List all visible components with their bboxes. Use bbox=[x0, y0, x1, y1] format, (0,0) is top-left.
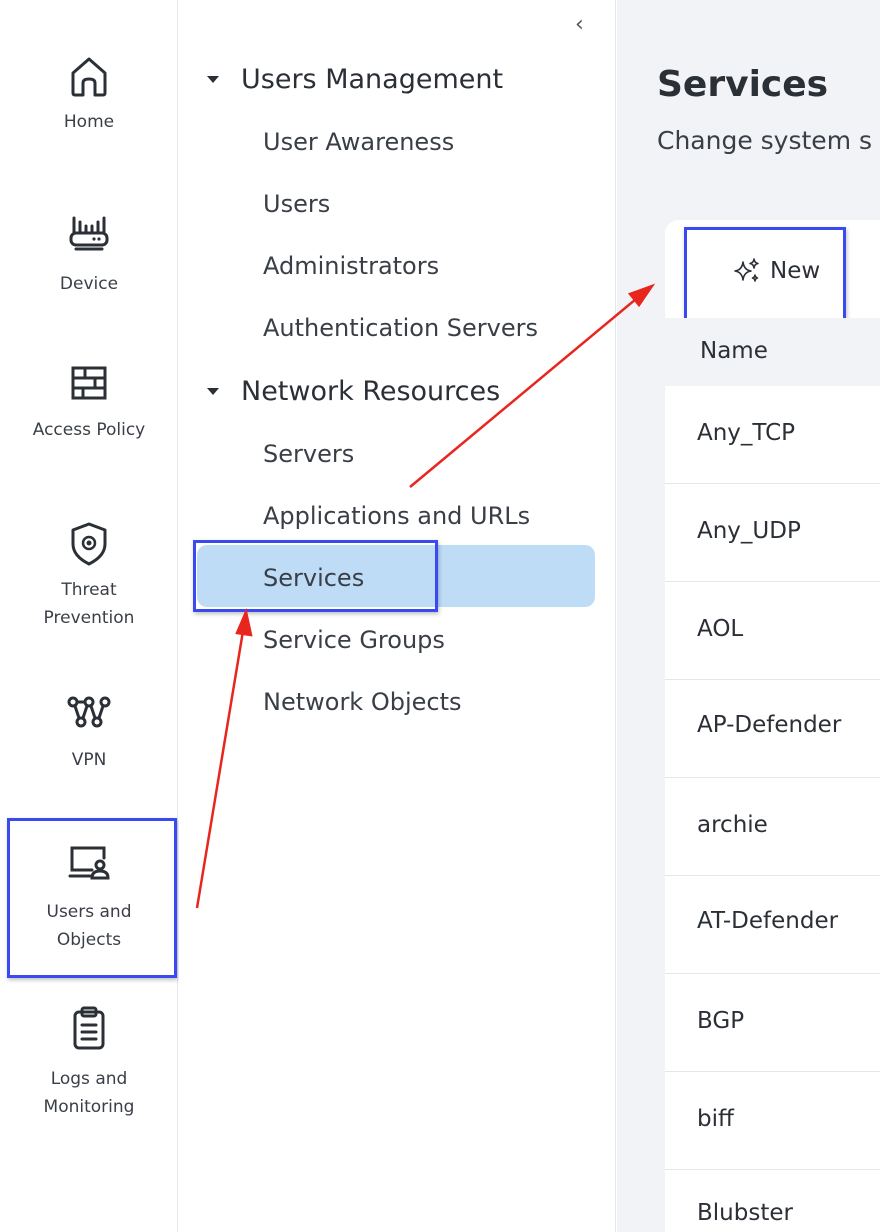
rail-item-device[interactable]: Device bbox=[0, 212, 178, 298]
table-cell-name: Any_TCP bbox=[697, 420, 796, 446]
tree-group-network-resources[interactable]: Network Resources bbox=[207, 376, 500, 407]
rail-label-access-policy: Access Policy bbox=[32, 420, 146, 440]
tree-item-user-awareness[interactable]: User Awareness bbox=[263, 128, 454, 156]
table-cell-name: Blubster bbox=[697, 1200, 793, 1226]
collapse-panel-chevron-icon[interactable]: ‹ bbox=[575, 12, 584, 37]
rail-item-vpn[interactable]: VPN bbox=[0, 690, 178, 774]
clipboard-icon bbox=[73, 1006, 105, 1050]
column-header-name[interactable]: Name bbox=[700, 338, 768, 364]
highlight-box-services bbox=[193, 540, 438, 612]
table-cell-name: AT-Defender bbox=[697, 908, 839, 934]
table-row[interactable]: BGP bbox=[665, 974, 880, 1072]
rail-label-threat-prevention: Threat Prevention bbox=[43, 580, 135, 628]
table-row[interactable]: AP-Defender bbox=[665, 680, 880, 778]
table-row[interactable]: Any_TCP bbox=[665, 386, 880, 484]
page-title: Services bbox=[657, 64, 829, 105]
tree-item-network-objects[interactable]: Network Objects bbox=[263, 688, 462, 716]
rail-label-device: Device bbox=[59, 274, 119, 294]
highlight-box-users-and-objects bbox=[7, 818, 177, 978]
firewall-icon bbox=[71, 366, 107, 400]
tree-item-applications-and-urls[interactable]: Applications and URLs bbox=[263, 502, 530, 530]
shield-icon bbox=[71, 522, 107, 566]
navigation-tree bbox=[179, 0, 616, 1232]
tree-item-users[interactable]: Users bbox=[263, 190, 330, 218]
table-row[interactable]: AT-Defender bbox=[665, 876, 880, 974]
rail-label-logs-and-monitoring: Logs and Monitoring bbox=[43, 1069, 135, 1117]
table-cell-name: AOL bbox=[697, 616, 744, 642]
tree-item-service-groups[interactable]: Service Groups bbox=[263, 626, 445, 654]
table-row[interactable]: archie bbox=[665, 778, 880, 876]
highlight-box-new bbox=[684, 227, 846, 322]
table-row[interactable]: biff bbox=[665, 1072, 880, 1170]
rail-item-access-policy[interactable]: Access Policy bbox=[0, 362, 178, 444]
table-cell-name: AP-Defender bbox=[697, 712, 842, 738]
table-cell-name: Any_UDP bbox=[697, 518, 801, 544]
table-header: Name bbox=[665, 318, 880, 386]
icon-rail: Home Device Access Policy Threat Prevent… bbox=[0, 0, 178, 1232]
table-row[interactable]: Any_UDP bbox=[665, 484, 880, 582]
device-icon bbox=[69, 216, 109, 251]
tree-item-servers[interactable]: Servers bbox=[263, 440, 354, 468]
tree-item-administrators[interactable]: Administrators bbox=[263, 252, 439, 280]
rail-label-vpn: VPN bbox=[71, 750, 107, 770]
table-row[interactable]: AOL bbox=[665, 582, 880, 680]
vpn-icon bbox=[67, 696, 111, 728]
page-subtitle: Change system s bbox=[657, 126, 873, 155]
home-icon bbox=[71, 57, 107, 97]
rail-item-home[interactable]: Home bbox=[0, 50, 178, 136]
table-cell-name: BGP bbox=[697, 1008, 745, 1034]
caret-down-icon bbox=[207, 76, 219, 83]
table-row[interactable]: Blubster bbox=[665, 1170, 880, 1232]
table-cell-name: biff bbox=[697, 1106, 734, 1132]
rail-item-threat-prevention[interactable]: Threat Prevention bbox=[0, 518, 178, 632]
rail-label-home: Home bbox=[63, 112, 115, 132]
tree-group-label: Network Resources bbox=[241, 376, 501, 407]
rail-item-logs-and-monitoring[interactable]: Logs and Monitoring bbox=[0, 1005, 178, 1121]
app-root: Home Device Access Policy Threat Prevent… bbox=[0, 0, 880, 1232]
table-cell-name: archie bbox=[697, 812, 768, 838]
caret-down-icon bbox=[207, 388, 219, 395]
tree-item-authentication-servers[interactable]: Authentication Servers bbox=[263, 314, 538, 342]
tree-group-users-management[interactable]: Users Management bbox=[207, 64, 503, 95]
tree-group-label: Users Management bbox=[241, 64, 504, 95]
